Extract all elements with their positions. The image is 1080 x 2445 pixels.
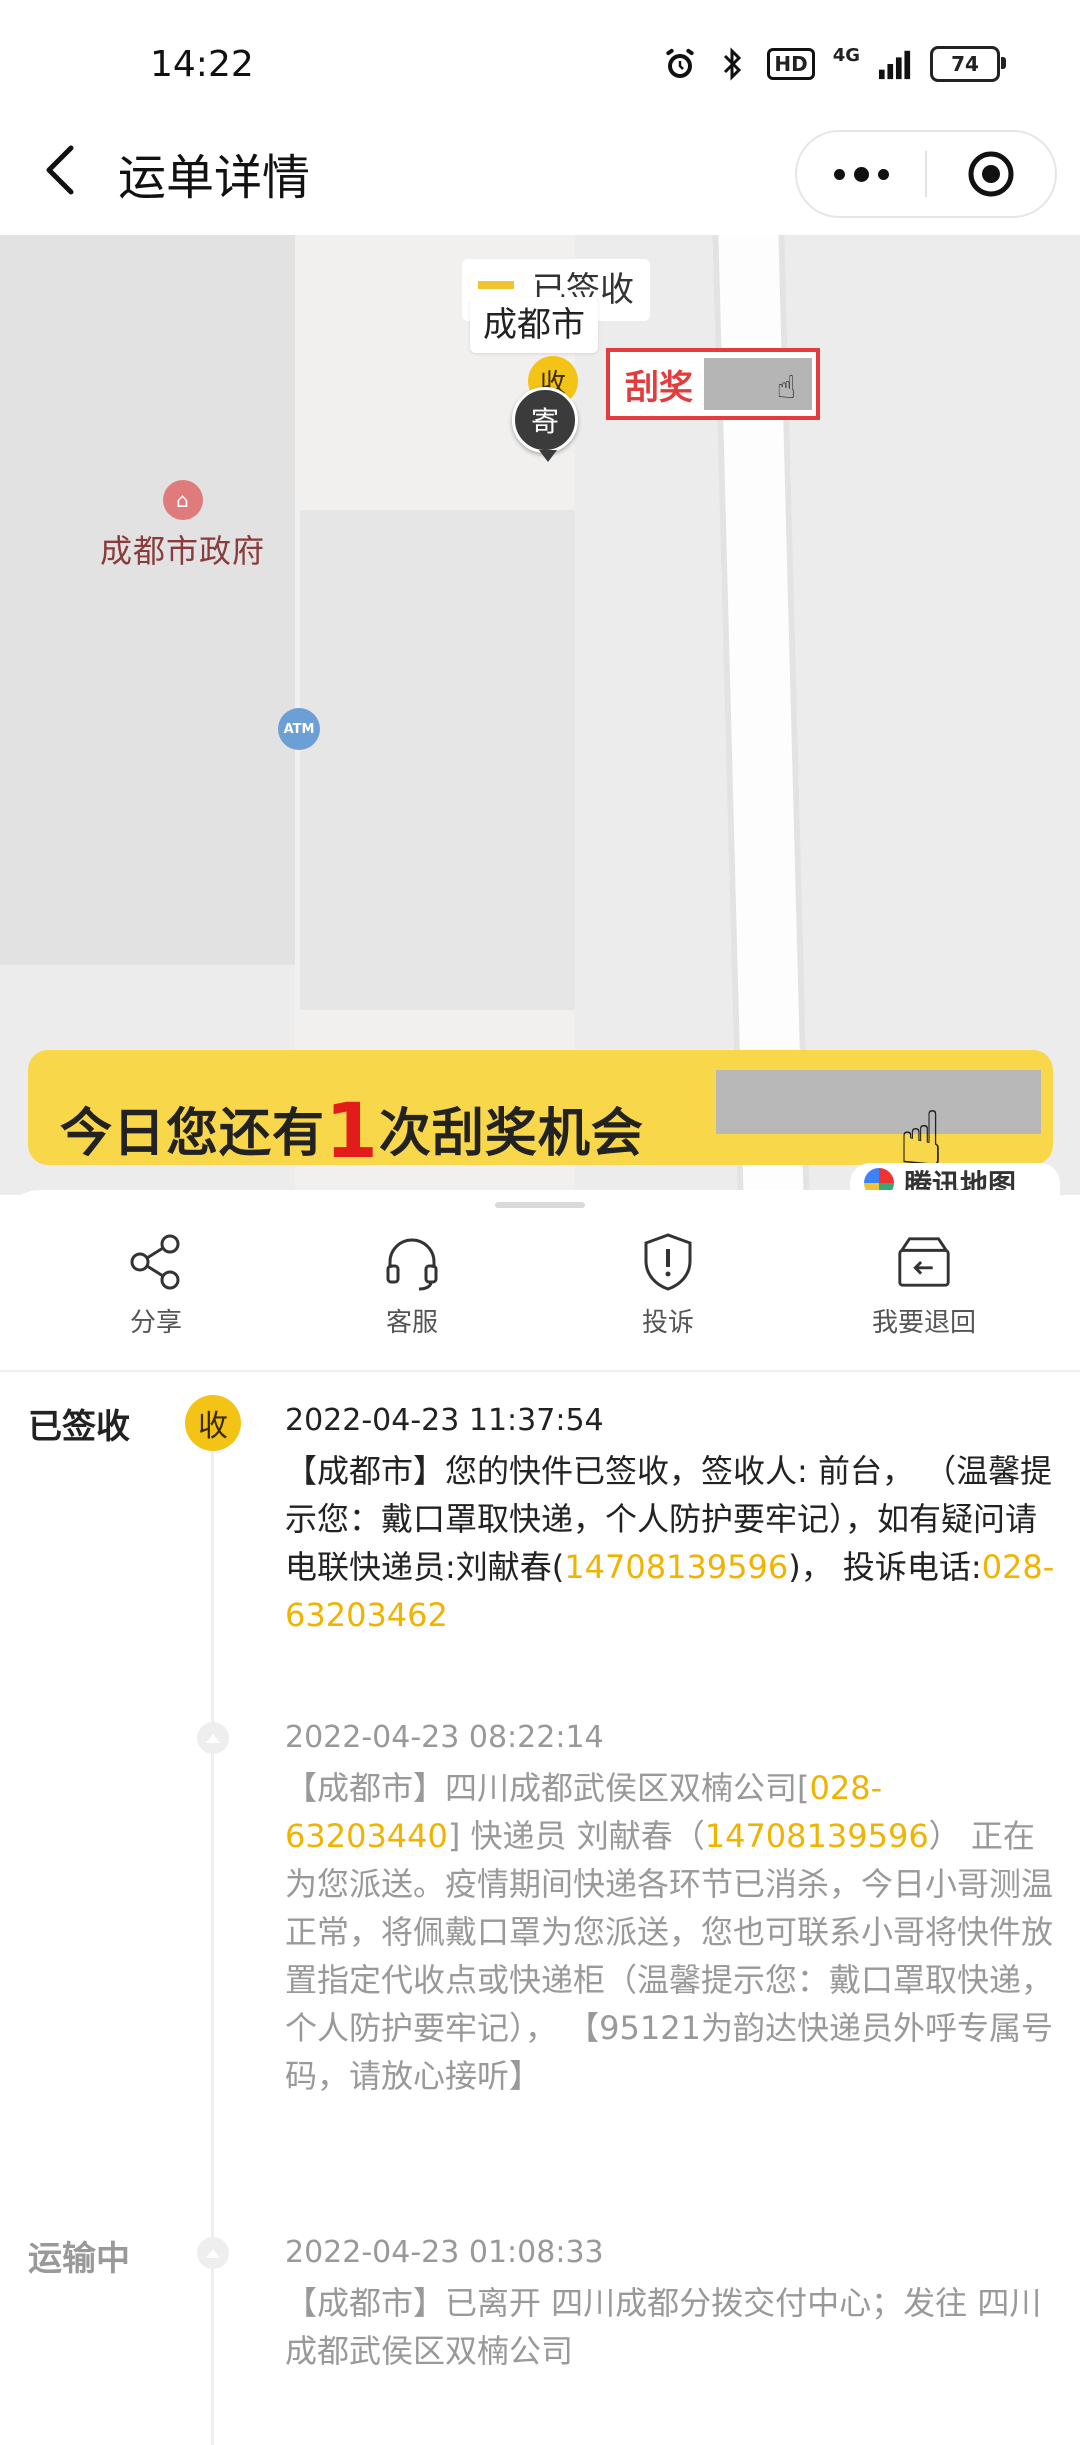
scratch-lottery-banner[interactable]: 今日您还有1次刮奖机会 ☝: [28, 1050, 1053, 1183]
share-button[interactable]: 分享: [28, 1230, 284, 1345]
sheet-drag-handle[interactable]: [495, 1202, 585, 1208]
more-button[interactable]: [797, 132, 925, 216]
timeline-description: 【成都市】四川成都武侯区双楠公司[028-63203440] 快递员 刘献春（1…: [285, 1769, 1054, 2095]
shield-alert-icon: [638, 1230, 698, 1294]
chevron-left-icon: [46, 145, 74, 195]
timeline-time: 2022-04-23 01:08:33: [285, 2235, 604, 2270]
courier-phone-link[interactable]: 14708139596: [564, 1548, 788, 1586]
map-city-bubble: 成都市: [470, 297, 598, 353]
timeline-line: [211, 1415, 214, 2445]
scratch-card-mini[interactable]: 刮奖 ☝: [606, 348, 820, 420]
target-icon: [968, 151, 1014, 197]
complaint-button[interactable]: 投诉: [540, 1230, 796, 1345]
timeline-status: 运输中: [28, 2239, 130, 2279]
timeline-node-icon: [197, 1722, 229, 1754]
headset-icon: [382, 1230, 442, 1294]
timeline-time: 2022-04-23 08:22:14: [285, 1720, 604, 1755]
signal-icon: [878, 47, 912, 81]
return-button[interactable]: 我要退回: [796, 1230, 1052, 1345]
battery-indicator: 74: [930, 46, 1006, 82]
atm-icon[interactable]: ATM: [278, 708, 320, 750]
timeline-status: 已签收: [28, 1407, 130, 1447]
share-icon: [126, 1230, 186, 1294]
alarm-icon: [663, 47, 697, 81]
scratch-area[interactable]: [716, 1070, 1041, 1134]
map-poi-government[interactable]: ⌂ 成都市政府: [100, 480, 265, 572]
customer-service-button[interactable]: 客服: [284, 1230, 540, 1345]
status-icons: HD 4G 74: [663, 45, 1006, 82]
pointing-hand-icon: ☝: [776, 368, 796, 406]
network-type: 4G: [832, 45, 860, 66]
bottom-sheet: 分享 客服 投诉 我要退回 已签收 收 2022-04-23 11:37:54 …: [0, 1190, 1080, 2445]
hd-badge: HD: [767, 48, 815, 80]
send-pin-icon[interactable]: 寄: [512, 387, 578, 462]
nav-header: 运单详情: [0, 120, 1080, 235]
map-view[interactable]: ⌂ 成都市政府 ATM 已签收 成都市 收 寄 刮奖 ☝ 今日您还有1次刮奖机会…: [0, 235, 1080, 1195]
government-icon: ⌂: [162, 480, 203, 520]
timeline-node-icon: [197, 2237, 229, 2269]
courier-phone-link[interactable]: 14708139596: [705, 1817, 929, 1855]
bluetooth-icon: [715, 47, 749, 81]
timeline-description: 【成都市】已离开 四川成都分拨交付中心；发往 四川成都武侯区双楠公司: [285, 2284, 1042, 2370]
timeline-description: 【成都市】您的快件已签收，签收人: 前台， （温馨提示您：戴口罩取快递，个人防护…: [285, 1452, 1055, 1634]
status-time: 14:22: [150, 44, 254, 85]
close-miniprogram-button[interactable]: [927, 149, 1055, 199]
timeline-time: 2022-04-23 11:37:54: [285, 1403, 604, 1438]
action-bar: 分享 客服 投诉 我要退回: [0, 1230, 1080, 1345]
received-node-icon: 收: [185, 1395, 241, 1451]
more-dots-icon: [833, 168, 845, 180]
page-title: 运单详情: [118, 150, 311, 206]
mini-program-capsule: [795, 130, 1057, 218]
back-button[interactable]: [30, 140, 90, 200]
return-box-icon: [894, 1230, 954, 1294]
status-bar: 14:22 HD 4G 74: [0, 0, 1080, 120]
